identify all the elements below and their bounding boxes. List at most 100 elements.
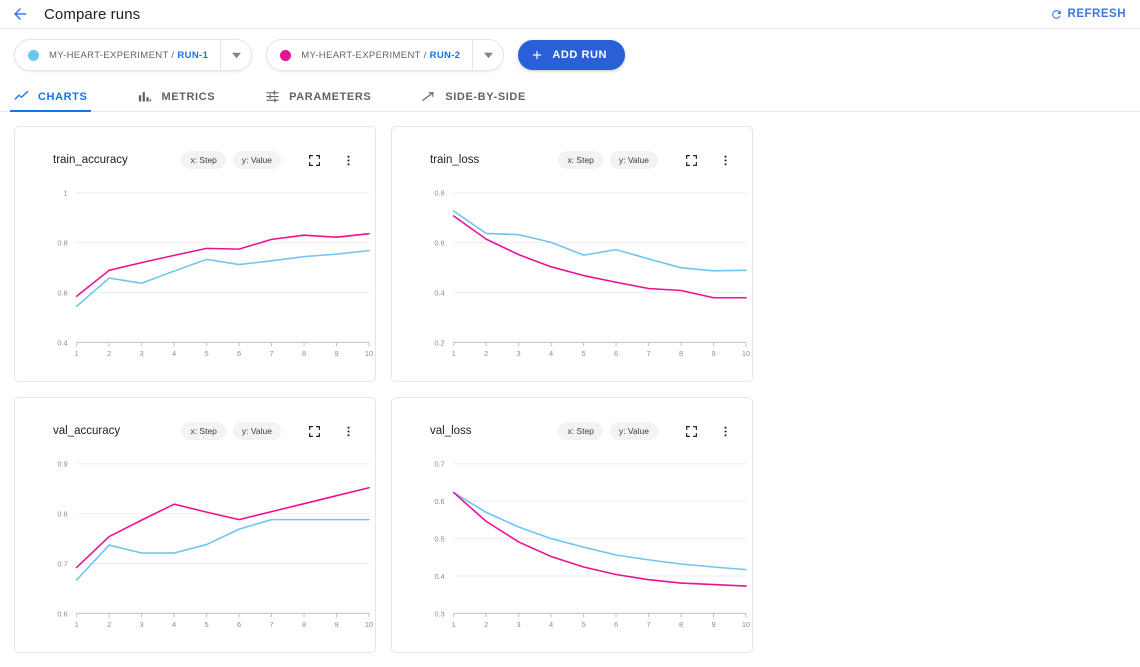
tab-metrics[interactable]: METRICS	[137, 82, 215, 111]
svg-text:8: 8	[679, 349, 683, 358]
page-title: Compare runs	[44, 6, 140, 23]
svg-text:4: 4	[172, 620, 176, 629]
svg-text:9: 9	[711, 349, 715, 358]
svg-text:5: 5	[582, 349, 586, 358]
chart-plot-area[interactable]: 0.60.70.80.912345678910	[15, 440, 375, 652]
x-axis-pill[interactable]: x: Step	[558, 422, 602, 440]
chart-plot-area[interactable]: 0.40.60.8112345678910	[15, 169, 375, 381]
svg-text:9: 9	[711, 620, 715, 629]
more-vert-icon	[342, 154, 355, 167]
svg-text:10: 10	[742, 349, 750, 358]
tab-side-by-side[interactable]: SIDE-BY-SIDE	[421, 82, 526, 111]
run-chip-label: MY-HEART-EXPERIMENT / RUN-1	[49, 50, 220, 61]
more-options-button[interactable]	[714, 149, 736, 171]
chevron-down-icon	[484, 51, 493, 60]
run-name: RUN-1	[177, 50, 208, 61]
svg-text:2: 2	[484, 349, 488, 358]
svg-text:1: 1	[64, 189, 68, 198]
svg-text:0.6: 0.6	[57, 609, 67, 618]
more-vert-icon	[719, 154, 732, 167]
svg-text:6: 6	[237, 620, 241, 629]
run-experiment-name: MY-HEART-EXPERIMENT /	[301, 50, 429, 61]
run-chip-dropdown-button[interactable]	[221, 51, 251, 60]
chart-plot-area[interactable]: 0.30.40.50.60.712345678910	[392, 440, 752, 652]
y-axis-pill[interactable]: y: Value	[233, 422, 281, 440]
run-chip-2[interactable]: MY-HEART-EXPERIMENT / RUN-2	[266, 39, 504, 71]
svg-text:4: 4	[549, 349, 553, 358]
svg-text:3: 3	[517, 349, 521, 358]
run-selector-row: MY-HEART-EXPERIMENT / RUN-1 MY-HEART-EXP…	[0, 29, 1140, 81]
y-axis-pill[interactable]: y: Value	[610, 422, 658, 440]
svg-text:6: 6	[237, 349, 241, 358]
tab-parameters[interactable]: PARAMETERS	[265, 82, 371, 111]
svg-text:5: 5	[205, 620, 209, 629]
more-options-button[interactable]	[714, 420, 736, 442]
add-run-button[interactable]: ADD RUN	[518, 40, 625, 70]
fullscreen-button[interactable]	[680, 149, 702, 171]
y-axis-pill[interactable]: y: Value	[610, 151, 658, 169]
fullscreen-icon	[685, 425, 698, 438]
svg-text:7: 7	[647, 349, 651, 358]
svg-text:5: 5	[582, 620, 586, 629]
more-vert-icon	[719, 425, 732, 438]
run-color-dot	[280, 50, 291, 61]
fullscreen-button[interactable]	[303, 149, 325, 171]
sliders-icon	[265, 89, 280, 104]
fullscreen-button[interactable]	[680, 420, 702, 442]
svg-text:5: 5	[205, 349, 209, 358]
svg-text:2: 2	[107, 349, 111, 358]
fullscreen-icon	[308, 154, 321, 167]
svg-text:0.4: 0.4	[434, 572, 444, 581]
svg-text:0.8: 0.8	[57, 510, 67, 519]
svg-text:10: 10	[742, 620, 750, 629]
run-chip-1[interactable]: MY-HEART-EXPERIMENT / RUN-1	[14, 39, 252, 71]
run-experiment-name: MY-HEART-EXPERIMENT /	[49, 50, 177, 61]
svg-text:2: 2	[107, 620, 111, 629]
more-options-button[interactable]	[337, 420, 359, 442]
svg-text:10: 10	[365, 620, 373, 629]
tab-label: SIDE-BY-SIDE	[445, 91, 526, 103]
chart-card-header: train_accuracy x: Step y: Value	[15, 127, 375, 171]
chart-plot-area[interactable]: 0.20.40.60.812345678910	[392, 169, 752, 381]
run-color-dot	[28, 50, 39, 61]
svg-text:0.4: 0.4	[434, 288, 444, 297]
svg-text:9: 9	[334, 620, 338, 629]
x-axis-pill[interactable]: x: Step	[181, 151, 225, 169]
svg-text:0.4: 0.4	[57, 338, 67, 347]
x-axis-pill[interactable]: x: Step	[181, 422, 225, 440]
refresh-button[interactable]: REFRESH	[1050, 8, 1126, 21]
svg-text:1: 1	[452, 349, 456, 358]
svg-text:0.6: 0.6	[434, 239, 444, 248]
chart-title: val_accuracy	[53, 425, 120, 437]
svg-text:0.6: 0.6	[57, 288, 67, 297]
top-app-bar: Compare runs REFRESH	[0, 0, 1140, 29]
svg-text:3: 3	[140, 349, 144, 358]
run-chip-dropdown-button[interactable]	[473, 51, 503, 60]
y-axis-pill[interactable]: y: Value	[233, 151, 281, 169]
tab-bar: CHARTS METRICS PARAMETERS	[0, 81, 1140, 112]
chart-title: train_accuracy	[53, 154, 128, 166]
svg-text:0.8: 0.8	[57, 239, 67, 248]
tab-charts[interactable]: CHARTS	[14, 82, 87, 111]
refresh-label: REFRESH	[1068, 8, 1126, 20]
compare-icon	[421, 89, 436, 104]
plus-icon	[530, 48, 544, 62]
chart-card: val_lossx: Stepy: Value0.30.40.50.60.712…	[391, 397, 753, 653]
run-name: RUN-2	[430, 50, 461, 61]
svg-text:7: 7	[647, 620, 651, 629]
chart-card-header: train_loss x: Step y: Value	[392, 127, 752, 171]
more-vert-icon	[342, 425, 355, 438]
svg-text:0.2: 0.2	[434, 338, 444, 347]
x-axis-pill[interactable]: x: Step	[558, 151, 602, 169]
chevron-down-icon	[232, 51, 241, 60]
chart-card-header: val_accuracy x: Step y: Value	[15, 398, 375, 442]
more-options-button[interactable]	[337, 149, 359, 171]
back-button[interactable]	[6, 0, 34, 28]
fullscreen-button[interactable]	[303, 420, 325, 442]
svg-text:3: 3	[140, 620, 144, 629]
svg-text:0.7: 0.7	[434, 460, 444, 469]
chart-title: train_loss	[430, 154, 479, 166]
line-chart-icon	[14, 89, 29, 104]
refresh-icon	[1050, 8, 1063, 21]
svg-text:6: 6	[614, 349, 618, 358]
